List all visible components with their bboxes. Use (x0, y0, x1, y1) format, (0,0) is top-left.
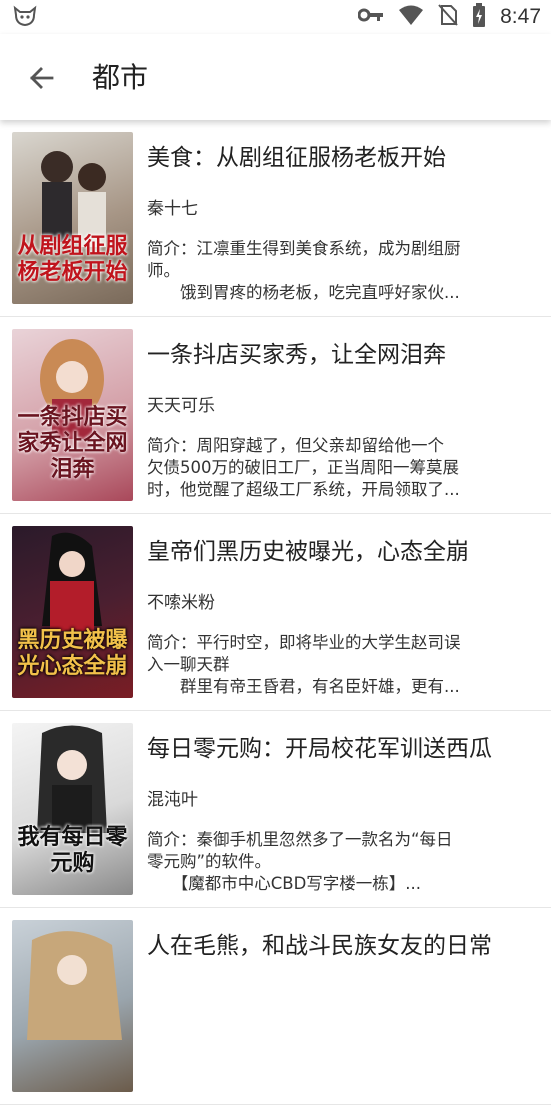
book-author: 秦十七 (147, 199, 198, 219)
book-description: 简介：周阳穿越了，但父亲却留给他一个 欠债500万的破旧工厂，正当周阳一筹莫展 … (147, 435, 511, 501)
arrow-left-icon (30, 67, 54, 89)
cover-title: 一条抖店买家秀让全网泪奔 (17, 405, 128, 482)
book-list: 从剧组征服杨老板开始 美食：从剧组征服杨老板开始 秦十七 简介：江凛重生得到美食… (0, 120, 551, 1105)
book-description: 简介：秦御手机里忽然多了一款名为“每日 零元购”的软件。 【魔都市中心CBD写字… (147, 829, 511, 895)
book-cover: 从剧组征服杨老板开始 (12, 132, 133, 304)
desc-line: 零元购”的软件。 (147, 852, 272, 871)
desc-line: 【魔都市中心CBD写字楼一栋】... (147, 874, 422, 893)
desc-line: 师。 (147, 261, 180, 280)
no-sim-icon (438, 4, 458, 30)
page-title: 都市 (92, 61, 149, 94)
desc-line: 简介：江凛重生得到美食系统，成为剧组厨 (147, 239, 461, 258)
status-bar: 8:47 (0, 0, 551, 34)
battery-charging-icon (472, 3, 486, 31)
book-item[interactable]: 人在毛熊，和战斗民族女友的日常 (0, 908, 551, 1105)
desc-line: 入一聊天群 (147, 655, 230, 674)
book-cover: 一条抖店买家秀让全网泪奔 (12, 329, 133, 501)
book-description: 简介：平行时空，即将毕业的大学生赵司误 入一聊天群 群里有帝王昏君，有名臣奸雄，… (147, 632, 511, 698)
book-item[interactable]: 黑历史被曝光心态全崩 皇帝们黑历史被曝光，心态全崩 不嗦米粉 简介：平行时空，即… (0, 514, 551, 711)
book-cover (12, 920, 133, 1092)
book-description: 简介：江凛重生得到美食系统，成为剧组厨 师。 饿到胃疼的杨老板，吃完直呼好家伙.… (147, 238, 511, 304)
book-title: 一条抖店买家秀，让全网泪奔 (147, 342, 446, 368)
book-title: 美食：从剧组征服杨老板开始 (147, 145, 446, 171)
book-item[interactable]: 从剧组征服杨老板开始 美食：从剧组征服杨老板开始 秦十七 简介：江凛重生得到美食… (0, 120, 551, 317)
book-item[interactable]: 一条抖店买家秀让全网泪奔 一条抖店买家秀，让全网泪奔 天天可乐 简介：周阳穿越了… (0, 317, 551, 514)
key-icon (357, 7, 384, 27)
desc-line: 简介：平行时空，即将毕业的大学生赵司误 (147, 633, 461, 652)
clock: 8:47 (500, 5, 541, 28)
book-title: 人在毛熊，和战斗民族女友的日常 (147, 933, 492, 959)
book-author: 不嗦米粉 (147, 593, 215, 613)
book-item[interactable]: 我有每日零元购 每日零元购：开局校花军训送西瓜 混沌叶 简介：秦御手机里忽然多了… (0, 711, 551, 908)
book-author: 天天可乐 (147, 396, 215, 416)
book-title: 皇帝们黑历史被曝光，心态全崩 (147, 539, 469, 565)
book-cover: 我有每日零元购 (12, 723, 133, 895)
book-author: 混沌叶 (147, 790, 198, 810)
desc-line: 饿到胃疼的杨老板，吃完直呼好家伙... (147, 283, 460, 302)
desc-line: 简介：秦御手机里忽然多了一款名为“每日 (147, 830, 453, 849)
cover-title: 我有每日零元购 (17, 825, 128, 876)
cover-title: 从剧组征服杨老板开始 (17, 234, 128, 285)
book-cover: 黑历史被曝光心态全崩 (12, 526, 133, 698)
desc-line: 时，他觉醒了超级工厂系统，开局领取了... (147, 480, 460, 499)
app-bar: 都市 (0, 34, 551, 120)
book-title: 每日零元购：开局校花军训送西瓜 (147, 736, 492, 762)
desc-line: 群里有帝王昏君，有名臣奸雄，更有... (147, 677, 460, 696)
back-button[interactable] (24, 60, 60, 96)
desc-line: 简介：周阳穿越了，但父亲却留给他一个 (147, 436, 444, 455)
desc-line: 欠债500万的破旧工厂，正当周阳一筹莫展 (147, 458, 459, 477)
wifi-icon (398, 4, 424, 30)
app-notification-icon (12, 5, 38, 31)
cover-title: 黑历史被曝光心态全崩 (17, 628, 128, 679)
